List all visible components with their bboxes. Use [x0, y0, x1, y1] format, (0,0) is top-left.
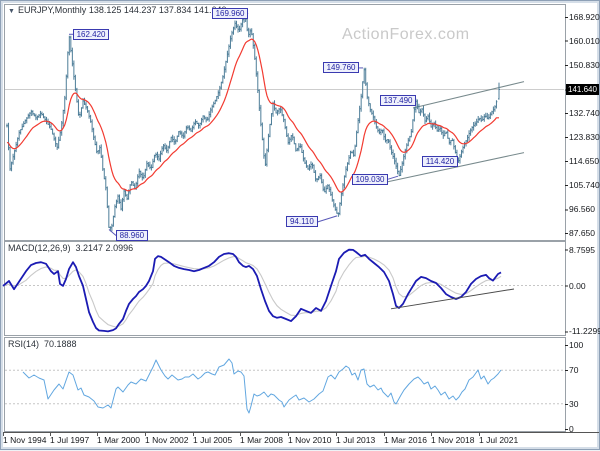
price-axis-label: 0.00 — [569, 281, 586, 291]
price-axis-label: 0 — [569, 424, 574, 434]
watermark: ActionForex.com — [342, 26, 470, 44]
time-axis-label: 1 Mar 2000 — [97, 435, 140, 445]
time-axis-label: 1 Mar 2016 — [384, 435, 427, 445]
time-axis-label: 1 Mar 2008 — [240, 435, 283, 445]
price-axis-label: 132.740 — [569, 108, 600, 118]
time-axis-label: 1 Jul 1997 — [50, 435, 89, 445]
symbol-timeframe-label: EURJPY,Monthly — [18, 5, 86, 15]
time-axis-label: 1 Jul 2013 — [336, 435, 375, 445]
price-axis-label: 105.740 — [569, 180, 600, 190]
price-axis-label: 70 — [569, 365, 578, 375]
macd-title: MACD(12,26,9) 3.2147 2.0996 — [8, 243, 133, 253]
price-axis-label: 168.920 — [569, 12, 600, 22]
price-axis-label: -11.2299 — [569, 326, 600, 336]
rsi-panel[interactable] — [4, 337, 565, 431]
price-axis-label: 8.7595 — [569, 245, 595, 255]
time-axis-label: 1 Jul 2005 — [193, 435, 232, 445]
price-axis-label: 150.830 — [569, 60, 600, 70]
rsi-title: RSI(14) 70.1888 — [8, 339, 77, 349]
price-flag[interactable]: 88.960 — [116, 230, 148, 241]
price-axis-label: 114.650 — [569, 156, 599, 166]
price-flag[interactable]: 162.420 — [73, 29, 109, 40]
price-flag[interactable]: 94.110 — [286, 216, 318, 227]
chart-title: ▼EURJPY,Monthly 138.125 144.237 137.834 … — [8, 5, 226, 15]
price-flag[interactable]: 169.960 — [212, 8, 248, 19]
rsi-value: 70.1888 — [44, 339, 77, 349]
time-axis-label: 1 Nov 2018 — [431, 435, 474, 445]
macd-indicator-label: MACD(12,26,9) — [8, 243, 71, 253]
price-flag[interactable]: 114.420 — [422, 156, 458, 167]
price-axis-label: 30 — [569, 399, 578, 409]
macd-panel[interactable] — [4, 241, 565, 335]
ohlc-values: 138.125 144.237 137.834 141.640 — [89, 5, 227, 15]
time-axis-label: 1 Nov 1994 — [3, 435, 46, 445]
time-axis-label: 1 Nov 2010 — [288, 435, 331, 445]
current-price-badge: 141.640 — [566, 84, 599, 95]
chart-window: ActionForex.com ▼EURJPY,Monthly 138.125 … — [0, 0, 600, 450]
price-axis-label: 123.830 — [569, 132, 600, 142]
time-axis-label: 1 Nov 2002 — [145, 435, 188, 445]
price-axis-label: 160.010 — [569, 36, 600, 46]
price-axis-label: 100 — [569, 340, 583, 350]
macd-values: 3.2147 2.0996 — [76, 243, 134, 253]
price-axis-label: 96.560 — [569, 204, 595, 214]
price-flag[interactable]: 109.030 — [352, 174, 388, 185]
price-flag[interactable]: 137.490 — [380, 95, 416, 106]
price-axis-label: 87.650 — [569, 228, 595, 238]
price-flag[interactable]: 149.760 — [323, 62, 359, 73]
rsi-indicator-label: RSI(14) — [8, 339, 39, 349]
collapse-icon[interactable]: ▼ — [8, 8, 15, 15]
time-axis-label: 1 Jul 2021 — [479, 435, 518, 445]
